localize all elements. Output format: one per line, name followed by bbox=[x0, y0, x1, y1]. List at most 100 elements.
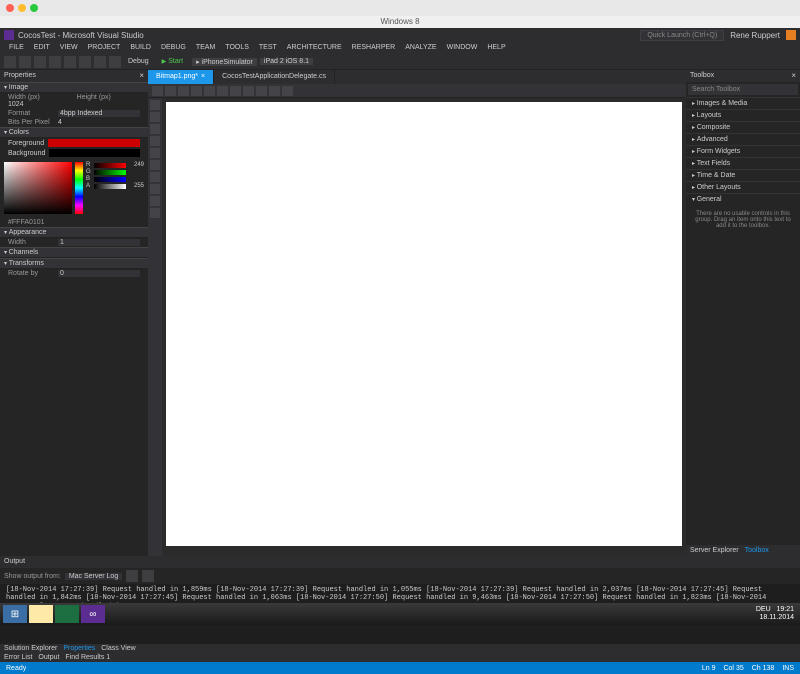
b-slider[interactable] bbox=[94, 177, 126, 182]
group-colors[interactable]: Colors bbox=[0, 127, 148, 138]
menu-view[interactable]: VIEW bbox=[55, 42, 83, 54]
tab-toolbox[interactable]: Toolbox bbox=[745, 547, 769, 554]
appearance-width-value[interactable]: 1 bbox=[58, 239, 140, 246]
flip-v-icon[interactable] bbox=[230, 86, 241, 96]
tab-class-view[interactable]: Class View bbox=[101, 645, 136, 652]
toolbox-cat-time[interactable]: Time & Date bbox=[686, 169, 800, 181]
format-dropdown[interactable]: 4bpp Indexed bbox=[58, 110, 140, 117]
menu-build[interactable]: BUILD bbox=[125, 42, 156, 54]
text-tool-icon[interactable] bbox=[150, 208, 160, 218]
device-dropdown[interactable]: iPad 2 iOS 8.1 bbox=[260, 58, 313, 65]
taskbar-explorer-icon[interactable] bbox=[29, 605, 53, 623]
group-channels[interactable]: Channels bbox=[0, 247, 148, 258]
select-tool-icon[interactable] bbox=[150, 100, 160, 110]
undo-icon[interactable] bbox=[94, 56, 106, 68]
menu-edit[interactable]: EDIT bbox=[29, 42, 55, 54]
toolbox-cat-layouts[interactable]: Layouts bbox=[686, 109, 800, 121]
hue-slider[interactable] bbox=[75, 162, 83, 214]
toolbox-search-input[interactable]: Search Toolbox bbox=[688, 84, 798, 95]
fill-tool-icon[interactable] bbox=[150, 148, 160, 158]
maximize-icon[interactable] bbox=[30, 4, 38, 12]
zoom-tool-icon[interactable] bbox=[165, 86, 176, 96]
canvas-viewport[interactable] bbox=[162, 98, 686, 556]
open-icon[interactable] bbox=[49, 56, 61, 68]
clear-output-icon[interactable] bbox=[126, 570, 138, 582]
flip-h-icon[interactable] bbox=[217, 86, 228, 96]
nav-forward-icon[interactable] bbox=[19, 56, 31, 68]
eraser-tool-icon[interactable] bbox=[150, 136, 160, 146]
tab-delegate[interactable]: CocosTestApplicationDelegate.cs bbox=[214, 70, 335, 84]
crop-icon[interactable] bbox=[256, 86, 267, 96]
tray-lang[interactable]: DEU bbox=[756, 606, 771, 613]
save-all-icon[interactable] bbox=[79, 56, 91, 68]
bitmap-canvas[interactable] bbox=[166, 102, 682, 546]
start-button[interactable]: ⊞ bbox=[3, 605, 27, 623]
panel-close-icon[interactable]: × bbox=[791, 70, 796, 82]
g-slider[interactable] bbox=[94, 170, 126, 175]
panel-close-icon[interactable]: × bbox=[139, 70, 144, 82]
r-value[interactable]: 249 bbox=[128, 162, 144, 168]
menu-window[interactable]: WINDOW bbox=[442, 42, 483, 54]
tab-bitmap[interactable]: Bitmap1.png*× bbox=[148, 70, 214, 84]
save-icon[interactable] bbox=[64, 56, 76, 68]
snap-icon[interactable] bbox=[204, 86, 215, 96]
close-icon[interactable] bbox=[6, 4, 14, 12]
a-value[interactable]: 255 bbox=[128, 183, 144, 189]
saturation-picker[interactable] bbox=[4, 162, 72, 214]
platform-dropdown[interactable]: ▸ iPhoneSimulator bbox=[192, 58, 257, 66]
toolbox-cat-general[interactable]: General bbox=[686, 193, 800, 205]
r-slider[interactable] bbox=[94, 163, 126, 168]
pointer-tool-icon[interactable] bbox=[152, 86, 163, 96]
group-image[interactable]: Image bbox=[0, 82, 148, 93]
menu-tools[interactable]: TOOLS bbox=[220, 42, 254, 54]
menu-debug[interactable]: DEBUG bbox=[156, 42, 191, 54]
group-transforms[interactable]: Transforms bbox=[0, 258, 148, 269]
taskbar-vs-icon[interactable]: ∞ bbox=[81, 605, 105, 623]
tab-solution-explorer[interactable]: Solution Explorer bbox=[4, 645, 57, 652]
menu-file[interactable]: FILE bbox=[4, 42, 29, 54]
tab-output[interactable]: Output bbox=[38, 654, 59, 661]
menu-analyze[interactable]: ANALYZE bbox=[400, 42, 441, 54]
eyedropper-tool-icon[interactable] bbox=[150, 160, 160, 170]
new-project-icon[interactable] bbox=[34, 56, 46, 68]
system-tray[interactable]: DEU 19:21 18.11.2014 bbox=[756, 606, 798, 621]
width-value[interactable]: 1024 bbox=[8, 101, 24, 108]
redo-icon[interactable] bbox=[109, 56, 121, 68]
nav-back-icon[interactable] bbox=[4, 56, 16, 68]
user-name[interactable]: Rene Ruppert bbox=[730, 31, 780, 40]
output-source-dropdown[interactable]: Mac Server Log bbox=[65, 573, 122, 580]
hex-value[interactable]: #FFFA0101 bbox=[0, 218, 148, 227]
foreground-swatch[interactable] bbox=[48, 139, 140, 147]
more-icon[interactable] bbox=[282, 86, 293, 96]
toolbox-cat-text[interactable]: Text Fields bbox=[686, 157, 800, 169]
quick-launch-input[interactable]: Quick Launch (Ctrl+Q) bbox=[640, 30, 724, 41]
ellipse-tool-icon[interactable] bbox=[150, 196, 160, 206]
config-dropdown[interactable]: Debug bbox=[124, 58, 153, 65]
pencil-tool-icon[interactable] bbox=[150, 112, 160, 122]
rotate-value[interactable]: 0 bbox=[58, 270, 140, 277]
menu-architecture[interactable]: ARCHITECTURE bbox=[282, 42, 347, 54]
toolbox-cat-images[interactable]: Images & Media bbox=[686, 97, 800, 109]
a-slider[interactable] bbox=[94, 184, 126, 189]
rect-tool-icon[interactable] bbox=[150, 184, 160, 194]
background-swatch[interactable] bbox=[49, 149, 140, 157]
resize-icon[interactable] bbox=[269, 86, 280, 96]
ruler-icon[interactable] bbox=[191, 86, 202, 96]
toolbox-cat-composite[interactable]: Composite bbox=[686, 121, 800, 133]
start-debug-button[interactable]: Start bbox=[156, 58, 189, 65]
brush-tool-icon[interactable] bbox=[150, 124, 160, 134]
rotate-icon[interactable] bbox=[243, 86, 254, 96]
tab-properties[interactable]: Properties bbox=[63, 645, 95, 652]
tab-server-explorer[interactable]: Server Explorer bbox=[690, 547, 739, 554]
menu-project[interactable]: PROJECT bbox=[83, 42, 126, 54]
minimize-icon[interactable] bbox=[18, 4, 26, 12]
user-avatar-icon[interactable] bbox=[786, 30, 796, 40]
tab-close-icon[interactable]: × bbox=[201, 70, 205, 84]
taskbar-excel-icon[interactable] bbox=[55, 605, 79, 623]
menu-resharper[interactable]: RESHARPER bbox=[347, 42, 401, 54]
toggle-wrap-icon[interactable] bbox=[142, 570, 154, 582]
group-appearance[interactable]: Appearance bbox=[0, 227, 148, 238]
toolbox-cat-other[interactable]: Other Layouts bbox=[686, 181, 800, 193]
tab-error-list[interactable]: Error List bbox=[4, 654, 32, 661]
menu-team[interactable]: TEAM bbox=[191, 42, 220, 54]
